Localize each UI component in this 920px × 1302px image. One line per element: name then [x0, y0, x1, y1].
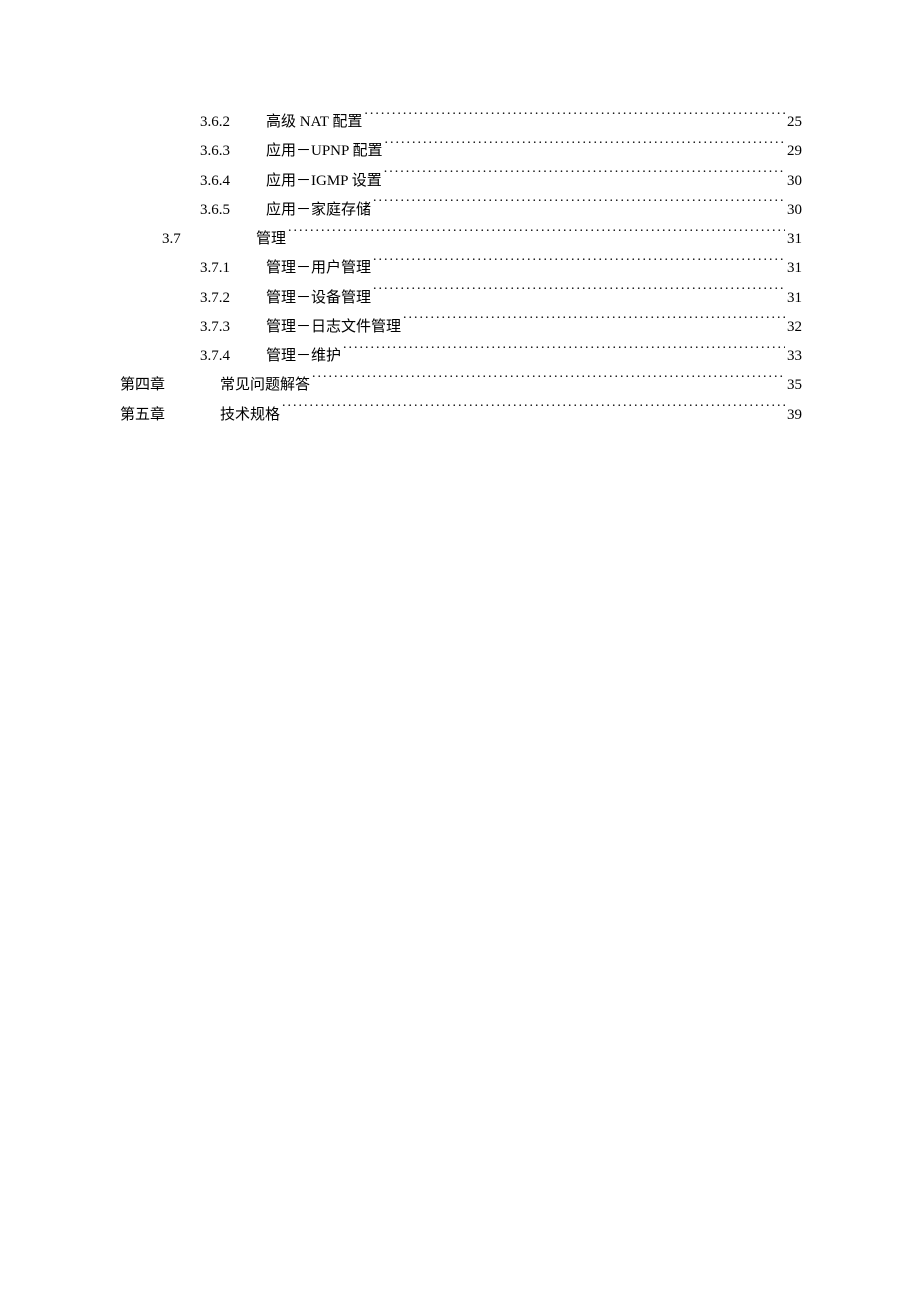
toc-page-number: 31	[785, 225, 802, 254]
toc-page-number: 29	[785, 137, 802, 166]
toc-page-number: 35	[785, 371, 802, 400]
toc-title: 应用－家庭存储	[266, 196, 373, 225]
toc-page-number: 39	[785, 401, 802, 430]
toc-page-number: 25	[785, 108, 802, 137]
table-of-contents: 3.6.2高级 NAT 配置 253.6.3应用－UPNP 配置 293.6.4…	[120, 108, 802, 430]
toc-number: 3.6.3	[120, 137, 266, 166]
toc-leader-dots	[312, 371, 785, 389]
toc-title: 应用－UPNP 配置	[266, 137, 385, 166]
toc-entry: 3.7.2管理－设备管理 31	[120, 284, 802, 313]
toc-entry: 3.7管理 31	[120, 225, 802, 254]
toc-page-number: 30	[785, 196, 802, 225]
toc-entry: 3.7.1管理－用户管理 31	[120, 254, 802, 283]
toc-number: 3.7.4	[120, 342, 266, 371]
toc-number: 3.6.4	[120, 167, 266, 196]
toc-page-number: 31	[785, 254, 802, 283]
toc-title: 管理	[256, 225, 288, 254]
toc-title: 高级 NAT 配置	[266, 108, 364, 137]
toc-page-number: 30	[785, 167, 802, 196]
toc-number: 3.7.2	[120, 284, 266, 313]
toc-entry: 3.6.3应用－UPNP 配置 29	[120, 137, 802, 166]
toc-leader-dots	[288, 225, 785, 243]
toc-title: 管理－维护	[266, 342, 343, 371]
toc-entry: 第四章常见问题解答 35	[120, 371, 802, 400]
toc-title: 常见问题解答	[220, 371, 312, 400]
toc-title: 管理－日志文件管理	[266, 313, 403, 342]
toc-number: 3.7.1	[120, 254, 266, 283]
toc-number: 3.6.2	[120, 108, 266, 137]
toc-title: 技术规格	[220, 401, 282, 430]
toc-leader-dots	[373, 196, 785, 214]
toc-leader-dots	[364, 108, 785, 126]
toc-number: 3.6.5	[120, 196, 266, 225]
toc-entry: 第五章技术规格 39	[120, 401, 802, 430]
toc-entry: 3.7.3管理－日志文件管理 32	[120, 313, 802, 342]
toc-page-number: 32	[785, 313, 802, 342]
toc-number: 第四章	[120, 371, 220, 400]
toc-leader-dots	[403, 313, 785, 331]
toc-title: 应用－IGMP 设置	[266, 167, 384, 196]
toc-page-number: 33	[785, 342, 802, 371]
toc-entry: 3.6.4应用－IGMP 设置 30	[120, 167, 802, 196]
toc-entry: 3.6.5应用－家庭存储 30	[120, 196, 802, 225]
toc-leader-dots	[373, 254, 785, 272]
toc-number: 第五章	[120, 401, 220, 430]
toc-number: 3.7	[120, 225, 256, 254]
toc-title: 管理－用户管理	[266, 254, 373, 283]
toc-leader-dots	[343, 342, 785, 360]
toc-leader-dots	[385, 137, 785, 155]
toc-number: 3.7.3	[120, 313, 266, 342]
toc-entry: 3.6.2高级 NAT 配置 25	[120, 108, 802, 137]
toc-leader-dots	[384, 167, 785, 185]
toc-page-number: 31	[785, 284, 802, 313]
toc-leader-dots	[282, 401, 785, 419]
toc-leader-dots	[373, 284, 785, 302]
toc-entry: 3.7.4管理－维护 33	[120, 342, 802, 371]
toc-title: 管理－设备管理	[266, 284, 373, 313]
